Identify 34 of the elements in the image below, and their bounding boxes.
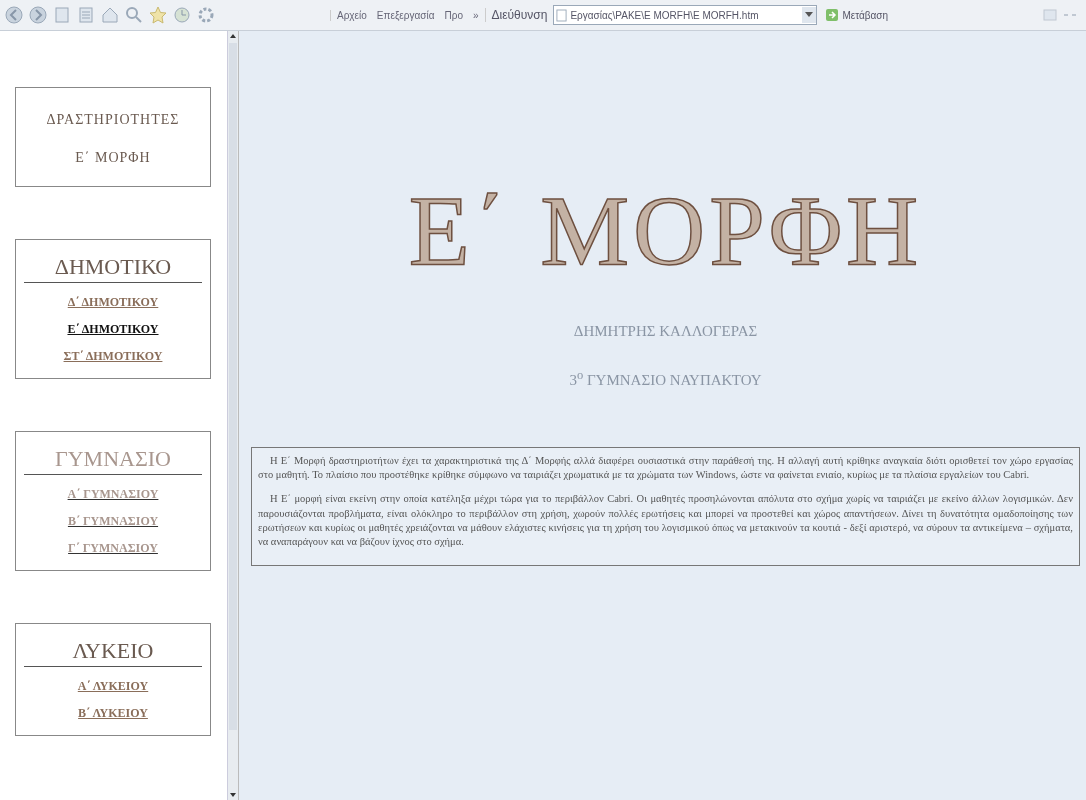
forward-icon[interactable]: [28, 5, 48, 25]
description-paragraph: Η Ε΄ Μορφή δραστηριοτήτων έχει τα χαρακτηριστικά της Δ΄ Μορφής αλλά διαφέρει ουσιαστικά στην παράθεσή της. Η αλλαγή αυτή κρίθηκε αναγκαία διότι ορισθετεί τον χώρο εργασίας στο μαθητή. Το πλαίσιο που προστέθηκε κρίθηκε σύμφωνο να ταιριάζει χρωματικά με τα χρώματα των Windows, ώστε να φαίνεται ενιαίο, κυρίως με τα πλαίσια εργαλείων του Cabri.: [258, 454, 1073, 483]
school-name: 3$^{ο}$ ΓΥΜΝΑΣΙΟ ΝΑΥΠΑΚΤΟΥ: [569, 368, 762, 389]
nav-link[interactable]: Ε΄ ΔΗΜΟΤΙΚΟΥ: [67, 322, 159, 337]
page-title: Ε΄ ΜΟΡΦΗ: [408, 181, 923, 281]
nav-heading: ΓΥΜΝΑΣΙΟ: [24, 446, 202, 475]
nav-heading: ΔΗΜΟΤΙΚΟ: [24, 254, 202, 283]
document-icon[interactable]: [76, 5, 96, 25]
nav-link[interactable]: Β΄ ΛΥΚΕΙΟΥ: [78, 706, 148, 721]
title-line: Ε΄ ΜΟΡΦΗ: [75, 150, 151, 166]
nav-link[interactable]: Α΄ ΛΥΚΕΙΟΥ: [77, 679, 149, 694]
menu-item[interactable]: Προ: [444, 9, 463, 21]
more-menu[interactable]: »: [472, 9, 479, 21]
address-label: Διεύθυνση: [484, 8, 548, 22]
back-icon[interactable]: [4, 5, 24, 25]
menu-item[interactable]: Αρχείο: [337, 9, 367, 21]
go-button[interactable]: Μετάβαση: [823, 8, 891, 22]
nav-link[interactable]: ΣΤ΄ ΔΗΜΟΤΙΚΟΥ: [63, 349, 163, 364]
home-icon[interactable]: [100, 5, 120, 25]
search-icon[interactable]: [124, 5, 144, 25]
page-icon: [556, 8, 568, 22]
title-line: ΔΡΑΣΤΗΡΙΟΤΗΤΕΣ: [46, 112, 180, 128]
caret-icon[interactable]: [805, 12, 814, 18]
scrollbar[interactable]: [227, 31, 238, 800]
arrow-icon: [825, 8, 840, 22]
nav-link[interactable]: Δ΄ ΔΗΜΟΤΙΚΟΥ: [67, 295, 159, 310]
history-icon[interactable]: [172, 5, 192, 25]
address-field[interactable]: Εργασίας\PAKE\E MORFH\E MORFH.htm: [553, 5, 818, 25]
menu-item[interactable]: Επεξεργασία: [376, 9, 435, 21]
author-name: ΔΗΜΗΤΡΗΣ ΚΑΛΛΟΓΕΡΑΣ: [573, 323, 758, 340]
description-paragraph: Η Ε΄ μορφή είναι εκείνη στην οποία κατέληξα μέχρι τώρα για το περιβάλλον Cabri. Οι μαθητές προσηλώνονται απόλυτα στο σχήμα χωρίς να ταιριάζει με εκείνο άλλων λογισμικών. Δεν παρουσιάζονται προβλήματα, είναι ολόκληρο το περιβάλλον στη χρήση, χωρούν πολλές ερωτήσεις και μπορεί να προστεθεί και χώρος απαντήσεων. Δίνει τη δυνατότητα ομαδοποίησης των ερωτήσεων και κυρίως οι μαθητές χρειάζονται να μάθουν ελάχιστες κινήσεις για τη χρήση του λογισμικού όπως να μετακινούν τα κουτιά - δεξί αριστερό, να σύρουν τα αντικείμενα – σχήματα, να αναπαράγουν και να βάζουν ίχνος στο σχήμα.: [258, 492, 1073, 549]
page-icon[interactable]: [52, 5, 72, 25]
star-icon[interactable]: [148, 5, 168, 25]
nav-heading: ΛΥΚΕΙΟ: [24, 638, 202, 667]
